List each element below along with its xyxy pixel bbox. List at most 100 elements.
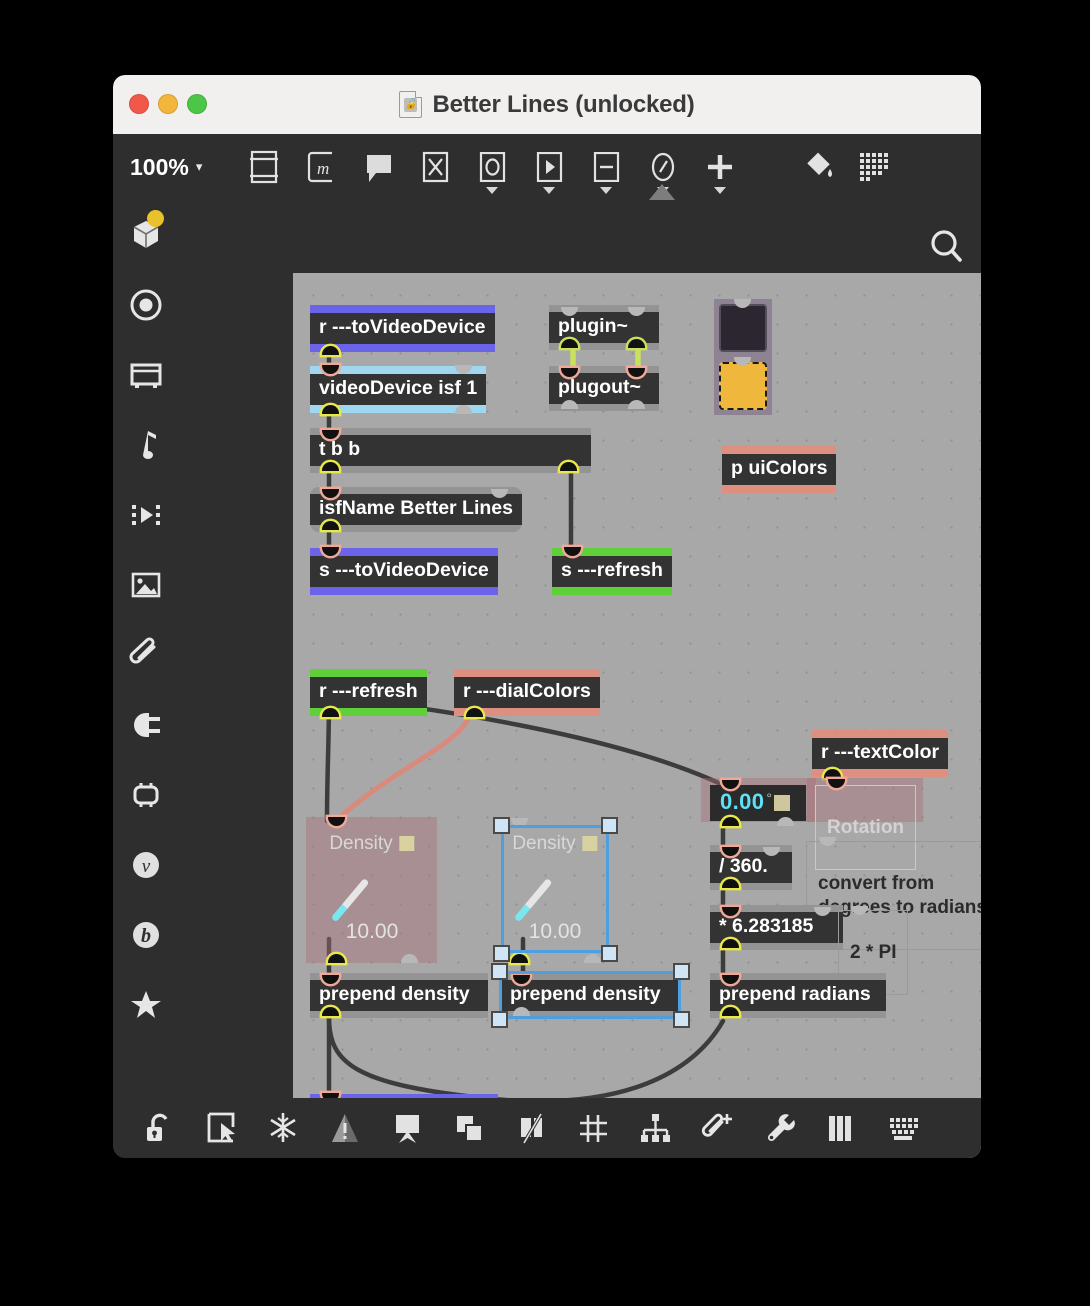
object-prepend-density-1[interactable]: prepend density — [310, 973, 488, 1018]
sidebar-item-video[interactable] — [113, 480, 179, 550]
object-r-dialcolors[interactable]: r ---dialColors — [454, 669, 600, 717]
unlock-button[interactable] — [128, 1100, 190, 1156]
distribute-button[interactable] — [624, 1100, 686, 1156]
object-s-refresh[interactable]: s ---refresh — [552, 547, 672, 595]
outlet-right[interactable] — [777, 817, 794, 826]
object-plugin[interactable]: plugin~ — [549, 305, 659, 350]
chevron-down-icon[interactable] — [713, 187, 726, 194]
inlet[interactable] — [322, 547, 339, 556]
sidebar-item-bach[interactable]: b — [113, 900, 179, 970]
object-p-uicolors[interactable]: p uiColors — [722, 446, 837, 493]
object-text: videoDevice isf 1 — [310, 374, 487, 405]
inlet[interactable] — [564, 547, 581, 556]
object-band-top — [722, 446, 837, 454]
resize-handle-tl[interactable] — [491, 963, 508, 980]
presentation-mode-button[interactable] — [376, 1100, 438, 1156]
object-plugout[interactable]: plugout~ — [549, 366, 659, 411]
sidebar-item-device[interactable] — [113, 340, 179, 410]
numberbox-rotation[interactable]: 0.00 ° — [710, 780, 806, 826]
comment-icon[interactable] — [349, 138, 406, 196]
chevron-down-icon[interactable] — [599, 187, 612, 194]
sidebar-item-image[interactable] — [113, 550, 179, 620]
paint-bucket-icon[interactable] — [788, 138, 845, 196]
inlet[interactable] — [722, 780, 739, 789]
zoom-level-label[interactable]: 100% — [130, 154, 189, 181]
sidebar-item-chip[interactable] — [113, 760, 179, 830]
object-s-tovideodevice-top[interactable]: s ---toVideoDevice — [310, 547, 498, 595]
inlet-right[interactable] — [455, 365, 473, 374]
add-to-clippings-button[interactable] — [686, 1100, 748, 1156]
object-band-bottom — [454, 708, 600, 717]
play-object-icon[interactable] — [520, 138, 577, 196]
color-swatch-amber[interactable] — [719, 362, 767, 410]
message-m-icon[interactable]: m — [292, 138, 349, 196]
inlet[interactable] — [851, 906, 868, 915]
object-multiply-tau[interactable]: * 6.283185 — [710, 905, 843, 950]
sidebar-item-music[interactable] — [113, 410, 179, 480]
bottom-toolbar — [113, 1098, 981, 1158]
snowflake-button[interactable] — [252, 1100, 314, 1156]
object-r-textcolor[interactable]: r ---textColor — [812, 730, 949, 778]
inlet[interactable] — [819, 837, 836, 846]
sidebar-item-clippings[interactable] — [113, 620, 179, 690]
object-x-icon[interactable] — [406, 138, 463, 196]
outlet[interactable] — [466, 708, 483, 717]
sidebar-item-favorites[interactable] — [113, 970, 179, 1040]
chevron-down-icon[interactable] — [542, 187, 555, 194]
outlet-right[interactable] — [455, 405, 473, 414]
dial-density-1[interactable]: Density 10.00 — [318, 817, 426, 963]
resize-handle-bl[interactable] — [493, 945, 510, 962]
outlet-right[interactable] — [584, 954, 601, 963]
object-band-top — [310, 669, 427, 677]
dial-needle[interactable] — [330, 877, 370, 923]
duplicate-button[interactable] — [438, 1100, 500, 1156]
sidebar-item-packages[interactable] — [113, 200, 179, 270]
edit-mode-button[interactable] — [190, 1100, 252, 1156]
zoom-chevron-down-icon[interactable]: ▾ — [196, 159, 203, 175]
swatch-button-amber[interactable] — [714, 357, 772, 415]
object-band-top — [454, 669, 600, 677]
object-text: p uiColors — [722, 454, 837, 485]
inlet[interactable] — [828, 779, 845, 788]
sidebar-item-target[interactable] — [113, 270, 179, 340]
audio-object-icon[interactable] — [577, 138, 634, 196]
object-prepend-radians[interactable]: prepend radians — [710, 973, 886, 1018]
outlet[interactable] — [322, 405, 339, 414]
outlet[interactable] — [722, 817, 739, 826]
color-swatch-dark[interactable] — [719, 304, 767, 352]
outlet[interactable] — [322, 708, 339, 717]
warning-triangle-button[interactable] — [314, 1100, 376, 1156]
inlet[interactable] — [322, 365, 339, 374]
resize-handle-bl[interactable] — [491, 1011, 508, 1028]
chevron-down-icon[interactable] — [485, 187, 498, 194]
resize-handle-tr[interactable] — [673, 963, 690, 980]
add-object-icon[interactable] — [691, 138, 748, 196]
object-isfname[interactable]: isfName Better Lines — [310, 487, 522, 532]
comment-text: Rotation — [827, 816, 905, 838]
grid-palette-icon[interactable] — [845, 138, 902, 196]
resize-handle-tl[interactable] — [493, 817, 510, 834]
object-t-b-b[interactable]: t b b — [310, 428, 591, 473]
object-videodevice-isf[interactable]: videoDevice isf 1 — [310, 365, 487, 414]
object-r-tovideodevice[interactable]: r ---toVideoDevice — [310, 305, 495, 355]
object-r-refresh[interactable]: r ---refresh — [310, 669, 427, 717]
sidebar-item-plug[interactable] — [113, 690, 179, 760]
sidebar-item-vizzie[interactable]: v — [113, 830, 179, 900]
keyboard-button[interactable] — [872, 1100, 934, 1156]
patcher-window-icon[interactable] — [235, 138, 292, 196]
swatch-button-dark[interactable] — [714, 299, 772, 357]
resize-handle-tr[interactable] — [601, 817, 618, 834]
segmented-patchcord-button[interactable] — [500, 1100, 562, 1156]
resize-handle-br[interactable] — [673, 1011, 690, 1028]
numberbox-handle[interactable] — [774, 795, 791, 811]
resize-handle-br[interactable] — [601, 945, 618, 962]
outlet[interactable] — [511, 954, 528, 963]
ui-object-o-icon[interactable] — [463, 138, 520, 196]
piano-keys-button[interactable] — [810, 1100, 872, 1156]
patcher-canvas[interactable]: r ---toVideoDevice videoDevice isf 1 t b… — [293, 273, 981, 1158]
wrench-button[interactable] — [748, 1100, 810, 1156]
object-divide-360[interactable]: / 360. — [710, 845, 792, 890]
outlet[interactable] — [824, 769, 841, 778]
object-text: prepend radians — [710, 980, 886, 1011]
grid-button[interactable] — [562, 1100, 624, 1156]
